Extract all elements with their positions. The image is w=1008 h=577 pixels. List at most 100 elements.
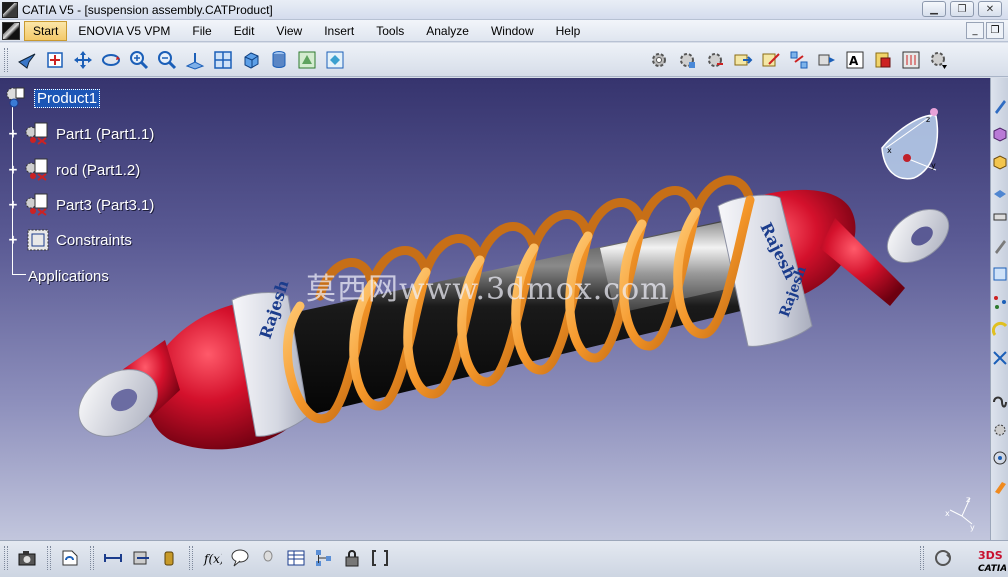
document-icon[interactable] bbox=[2, 21, 20, 40]
swap-visible-space-button[interactable] bbox=[322, 47, 347, 72]
annotation-button[interactable]: A bbox=[842, 47, 867, 72]
explode-button[interactable] bbox=[786, 47, 811, 72]
rt-button-11[interactable] bbox=[992, 392, 1008, 414]
expand-plus-icon[interactable]: + bbox=[7, 127, 19, 141]
tree-label-product1[interactable]: Product1 bbox=[34, 88, 101, 108]
measure-item-button[interactable] bbox=[129, 546, 153, 570]
rt-button-1[interactable] bbox=[992, 96, 1008, 118]
menu-tools[interactable]: Tools bbox=[365, 20, 415, 42]
hide-show-button[interactable] bbox=[294, 47, 319, 72]
tree-node-applications[interactable]: Applications bbox=[26, 264, 111, 288]
normal-view-button[interactable] bbox=[182, 47, 207, 72]
doc-restore-button[interactable]: ❐ bbox=[986, 22, 1004, 39]
measure-icon bbox=[104, 554, 122, 562]
menu-help[interactable]: Help bbox=[545, 20, 592, 42]
3d-viewport[interactable]: Rajesh Rajesh Rajesh x y z z x y 莫西网www.… bbox=[0, 78, 990, 540]
tree-node-constraints[interactable]: + Constraints bbox=[4, 228, 134, 252]
expand-plus-icon[interactable]: + bbox=[7, 233, 19, 247]
constraint-button-3[interactable] bbox=[702, 47, 727, 72]
menu-insert[interactable]: Insert bbox=[313, 20, 365, 42]
toolbar-grip[interactable] bbox=[189, 546, 193, 570]
snap-button[interactable] bbox=[758, 47, 783, 72]
tree-label-applications[interactable]: Applications bbox=[26, 268, 111, 285]
rt-button-3[interactable] bbox=[992, 152, 1008, 174]
rt-button-4[interactable] bbox=[992, 180, 1008, 202]
toolbar-grip[interactable] bbox=[47, 546, 51, 570]
toolbar-grip[interactable] bbox=[90, 546, 94, 570]
close-icon: ✕ bbox=[985, 3, 995, 15]
catia-app-icon[interactable] bbox=[2, 1, 18, 18]
multi-view-button[interactable] bbox=[210, 47, 235, 72]
compass-z-handle[interactable] bbox=[930, 108, 938, 116]
constraint-button-1[interactable] bbox=[646, 47, 671, 72]
measure-inertia-button[interactable] bbox=[157, 546, 181, 570]
update-button[interactable] bbox=[58, 546, 82, 570]
compass-origin[interactable] bbox=[903, 154, 911, 162]
zoom-in-button[interactable] bbox=[126, 47, 151, 72]
close-button[interactable]: ✕ bbox=[978, 1, 1002, 17]
light-button[interactable] bbox=[256, 546, 280, 570]
triad-z-label: z bbox=[966, 495, 970, 504]
table-button[interactable] bbox=[284, 546, 308, 570]
rt-button-13[interactable] bbox=[992, 448, 1008, 470]
toolbar-grip[interactable] bbox=[4, 47, 8, 72]
catalog-button[interactable] bbox=[870, 47, 895, 72]
tree-label-part1[interactable]: Part1 (Part1.1) bbox=[54, 126, 156, 143]
menu-window[interactable]: Window bbox=[480, 20, 545, 42]
toolbar-grip[interactable] bbox=[920, 546, 924, 570]
tree-node-part3[interactable]: + Part3 (Part3.1) bbox=[4, 193, 156, 217]
lock-button[interactable] bbox=[340, 546, 364, 570]
rt-button-6[interactable] bbox=[992, 236, 1008, 258]
tree-label-constraints[interactable]: Constraints bbox=[54, 232, 134, 249]
rt-button-9[interactable] bbox=[991, 320, 1008, 342]
swap-workbench-button[interactable] bbox=[931, 546, 955, 570]
tree-node-rod[interactable]: + rod (Part1.2) bbox=[4, 158, 142, 182]
fly-mode-button[interactable] bbox=[14, 47, 39, 72]
clash-button[interactable] bbox=[814, 47, 839, 72]
menu-start[interactable]: Start bbox=[24, 20, 68, 41]
tree-node-part1[interactable]: + Part1 (Part1.1) bbox=[4, 122, 156, 146]
menu-file[interactable]: File bbox=[181, 20, 222, 42]
expand-plus-icon[interactable]: + bbox=[7, 198, 19, 212]
render-style-button[interactable] bbox=[266, 47, 291, 72]
brush-icon bbox=[995, 482, 1006, 494]
menu-analyze[interactable]: Analyze bbox=[415, 20, 480, 42]
menu-enovia[interactable]: ENOVIA V5 VPM bbox=[67, 20, 181, 42]
manipulate-button[interactable] bbox=[730, 47, 755, 72]
window-controls: ▁ ❐ ✕ bbox=[922, 1, 1002, 17]
zoom-out-button[interactable] bbox=[154, 47, 179, 72]
rt-button-7[interactable] bbox=[992, 264, 1008, 286]
toolbar-grip[interactable] bbox=[4, 546, 8, 570]
generate-numbering-button[interactable] bbox=[898, 47, 923, 72]
rt-button-14[interactable] bbox=[992, 476, 1008, 498]
rt-button-5[interactable] bbox=[992, 208, 1008, 230]
comment-button[interactable] bbox=[228, 546, 252, 570]
catia-logo[interactable]: 3DS CATIA bbox=[976, 545, 1006, 575]
expand-plus-icon[interactable]: + bbox=[7, 163, 19, 177]
move-icon bbox=[734, 54, 752, 65]
rt-button-12[interactable] bbox=[992, 420, 1008, 442]
rotate-button[interactable] bbox=[98, 47, 123, 72]
menu-view[interactable]: View bbox=[265, 20, 313, 42]
compass-widget[interactable]: x y z bbox=[881, 108, 939, 180]
rt-button-8[interactable] bbox=[992, 292, 1008, 314]
formula-button[interactable]: f(x) bbox=[200, 546, 224, 570]
capture-button[interactable] bbox=[15, 546, 39, 570]
rt-button-2[interactable] bbox=[992, 124, 1008, 146]
doc-minimize-button[interactable]: _ bbox=[966, 22, 984, 39]
constraint-button-2[interactable] bbox=[674, 47, 699, 72]
minimize-button[interactable]: ▁ bbox=[922, 1, 946, 17]
measure-between-button[interactable] bbox=[101, 546, 125, 570]
tree-node-product1[interactable]: Product1 bbox=[4, 86, 101, 110]
rt-button-10[interactable] bbox=[992, 348, 1008, 370]
menu-edit[interactable]: Edit bbox=[223, 20, 266, 42]
fit-all-in-button[interactable] bbox=[42, 47, 67, 72]
graph-button[interactable] bbox=[312, 546, 336, 570]
tree-label-rod[interactable]: rod (Part1.2) bbox=[54, 162, 142, 179]
restore-button[interactable]: ❐ bbox=[950, 1, 974, 17]
quick-view-button[interactable] bbox=[238, 47, 263, 72]
bill-of-material-button[interactable] bbox=[926, 47, 951, 72]
pan-button[interactable] bbox=[70, 47, 95, 72]
tree-label-part3[interactable]: Part3 (Part3.1) bbox=[54, 197, 156, 214]
knowledge-button[interactable] bbox=[368, 546, 392, 570]
